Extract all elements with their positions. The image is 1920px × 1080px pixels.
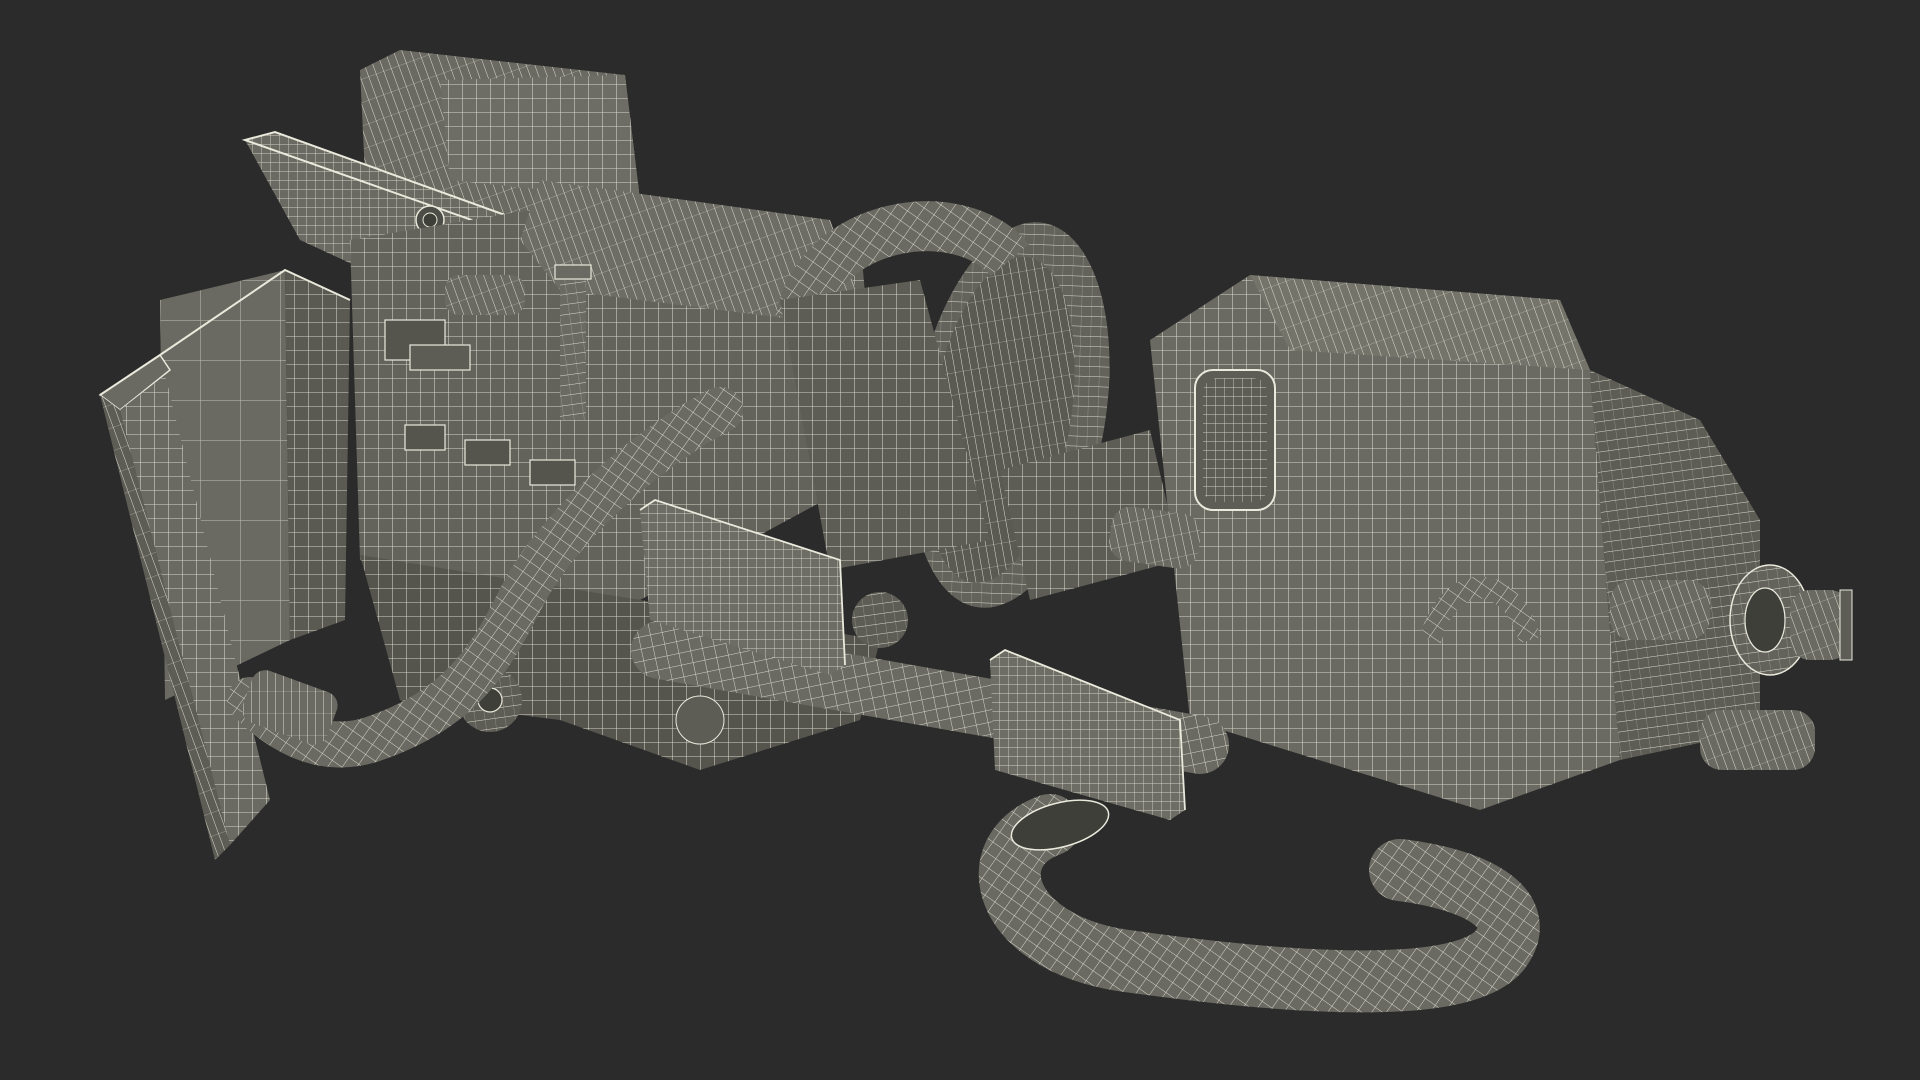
mounting-plate [98,268,351,860]
loop-hose [978,794,1540,1013]
render-viewport [0,0,1920,1080]
wireframe-render [98,50,1853,1013]
